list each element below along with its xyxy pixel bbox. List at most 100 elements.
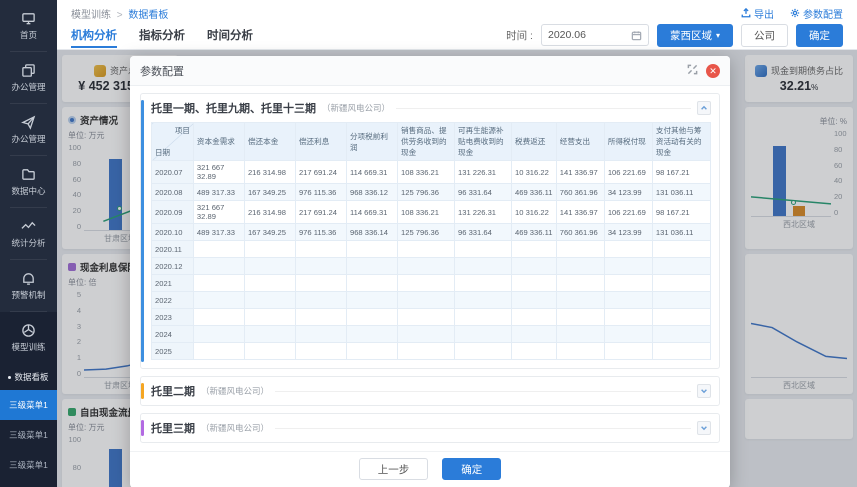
sidebar-item-office-2[interactable]: 办公管理 [0, 104, 57, 156]
value-cell: 131 226.31 [454, 200, 513, 224]
collapse-button[interactable] [697, 101, 711, 115]
tab-time-analysis[interactable]: 时间分析 [207, 22, 253, 48]
office-icon [22, 64, 35, 77]
value-cell [396, 274, 456, 292]
submenu-label: 三级菜单1 [9, 460, 48, 470]
value-cell [511, 308, 557, 326]
column-header: 销售商品、提供劳务收到的现金 [396, 122, 456, 161]
submenu-item-dashboard[interactable]: 数据看板 [0, 364, 57, 390]
fullscreen-button[interactable] [687, 62, 698, 80]
value-cell [651, 308, 712, 326]
divider [275, 427, 691, 429]
date-cell: 2020.09 [151, 200, 194, 224]
date-value: 2020.06 [547, 29, 586, 41]
value-cell: 489 317.33 [192, 223, 245, 241]
table-row: 2024 [151, 325, 712, 343]
value-cell [294, 342, 347, 360]
value-cell: 217 691.24 [294, 200, 347, 224]
value-cell [345, 325, 399, 343]
value-cell [603, 342, 653, 360]
column-header: 偿还利息 [294, 122, 347, 161]
breadcrumb-current: 数据看板 [128, 9, 169, 21]
value-cell [603, 325, 653, 343]
value-cell [192, 257, 245, 275]
export-label: 导出 [754, 9, 774, 21]
value-cell [192, 308, 245, 326]
table-row: 2023 [151, 308, 712, 326]
value-cell: 321 667 32.89 [192, 200, 245, 224]
sidebar-item-office-1[interactable]: 办公管理 [0, 52, 57, 104]
calendar-icon [631, 30, 642, 40]
region-dropdown-button[interactable]: 蒙西区域 ▾ [656, 23, 733, 47]
column-header: 可再生能源补贴电费收到的现金 [454, 122, 513, 161]
sidebar-item-alert[interactable]: 预警机制 [0, 260, 57, 312]
confirm-button-header[interactable]: 确定 [796, 23, 843, 47]
value-cell: 10 316.22 [511, 200, 557, 224]
modal-title: 参数配置 [140, 65, 184, 78]
column-header: 偿还本金 [243, 122, 296, 161]
value-cell [294, 308, 347, 326]
export-button[interactable]: 导出 [741, 6, 774, 21]
value-cell [345, 274, 399, 292]
value-cell [396, 308, 456, 326]
value-cell: 108 336.21 [396, 160, 456, 184]
param-config-label: 参数配置 [803, 9, 843, 21]
sidebar-submenu: 数据看板 三级菜单1 三级菜单1 三级菜单1 [0, 364, 57, 487]
value-cell: 760 361.96 [555, 223, 605, 241]
param-config-button[interactable]: 参数配置 [790, 6, 843, 21]
value-cell: 469 336.11 [511, 223, 557, 241]
column-header: 资本金需求 [192, 122, 245, 161]
value-cell [511, 274, 557, 292]
sidebar-item-label: 数据中心 [11, 186, 46, 196]
sidebar-item-stats[interactable]: 统计分析 [0, 208, 57, 260]
app-window: 首页 办公管理 办公管理 数据中心 统计分析 预警机制 模型训练 数据看板 三级… [0, 0, 857, 487]
confirm-button-modal[interactable]: 确定 [442, 458, 502, 480]
value-cell: 976 115.36 [294, 223, 347, 241]
value-cell [555, 240, 605, 258]
submenu-item-level3-2[interactable]: 三级菜单1 [0, 420, 57, 450]
expand-button[interactable] [697, 421, 711, 435]
tab-indicator-analysis[interactable]: 指标分析 [139, 22, 185, 48]
sidebar-item-model-training[interactable]: 模型训练 [0, 312, 57, 364]
section-title: 托里三期 [151, 423, 195, 435]
previous-step-button[interactable]: 上一步 [358, 458, 429, 480]
value-cell: 968 336.12 [345, 183, 399, 201]
date-input[interactable]: 2020.06 [540, 24, 649, 46]
expand-button[interactable] [697, 384, 711, 398]
value-cell: 96 331.64 [454, 223, 513, 241]
date-cell: 2020.12 [151, 257, 194, 275]
breadcrumb-root[interactable]: 模型训练 [71, 10, 111, 21]
sidebar-item-home[interactable]: 首页 [0, 0, 57, 52]
section-toli-3: 托里三期 （新疆风电公司） [140, 413, 720, 443]
sidebar-item-data-center[interactable]: 数据中心 [0, 156, 57, 208]
region-label: 蒙西区域 [669, 29, 712, 42]
submenu-item-level3-3[interactable]: 三级菜单1 [0, 450, 57, 480]
column-header: 税费返还 [511, 122, 557, 161]
expand-icon [687, 64, 698, 74]
alert-icon [23, 273, 34, 285]
value-cell: 114 669.31 [345, 200, 399, 224]
top-bar: 模型训练 > 数据看板 导出 参数配置 机构分析 指标分析 时间分析 时间: … [57, 0, 857, 50]
close-button[interactable]: ✕ [706, 63, 720, 78]
value-cell: 217 691.24 [294, 160, 347, 184]
value-cell [396, 291, 456, 309]
value-cell: 34 123.99 [603, 183, 653, 201]
section-company: （新疆风电公司） [322, 103, 391, 113]
company-button[interactable]: 公司 [741, 23, 788, 47]
sidebar-item-label: 办公管理 [11, 82, 46, 92]
column-header: 所得税付现 [603, 122, 653, 161]
value-cell: 125 796.36 [396, 183, 456, 201]
tab-institution-analysis[interactable]: 机构分析 [71, 22, 117, 48]
model-icon [22, 324, 35, 337]
value-cell [345, 257, 399, 275]
divider [275, 390, 691, 392]
value-cell: 141 336.97 [555, 160, 605, 184]
value-cell [555, 274, 605, 292]
value-cell [294, 291, 347, 309]
value-cell [603, 257, 653, 275]
value-cell: 34 123.99 [603, 223, 653, 241]
section-toli-1-9-13: 托里一期、托里九期、托里十三期 （新疆风电公司） 项目 日期 资本金需求 偿还本… [140, 93, 720, 369]
value-cell [603, 308, 653, 326]
value-cell [603, 274, 653, 292]
submenu-item-level3-1[interactable]: 三级菜单1 [0, 390, 57, 420]
